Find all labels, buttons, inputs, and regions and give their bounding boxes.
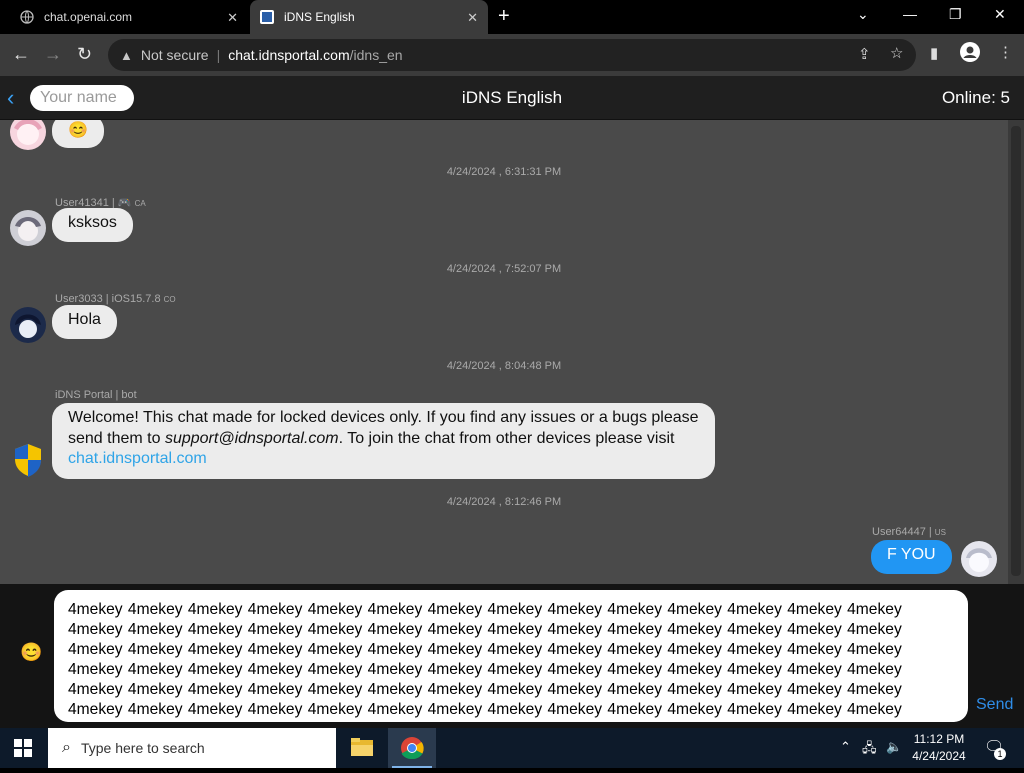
search-placeholder: Type here to search xyxy=(80,740,205,756)
address-bar[interactable]: ▲ Not secure | chat.idnsportal.com/idns_… xyxy=(108,39,916,71)
username: User3033 | iOS15.7.8 xyxy=(55,293,161,305)
profile-icon[interactable] xyxy=(960,42,980,66)
username: User64447 | xyxy=(872,526,932,538)
message-meta: iDNS Portal | bot xyxy=(55,389,137,401)
message-bubble: Welcome! This chat made for locked devic… xyxy=(52,403,715,479)
globe-icon xyxy=(20,10,34,24)
forward-arrow-icon[interactable]: → xyxy=(44,44,62,65)
taskbar-search[interactable]: ⌕ Type here to search xyxy=(48,728,336,768)
avatar xyxy=(10,210,46,246)
message-bubble: 😊 xyxy=(52,120,104,148)
tab-idns-english[interactable]: iDNS English ✕ xyxy=(250,0,488,34)
username: iDNS Portal | bot xyxy=(55,389,137,401)
shield-icon xyxy=(12,443,48,479)
message-meta: User3033 | iOS15.7.8 CO xyxy=(55,293,176,305)
share-icon[interactable]: ⇪ xyxy=(858,45,871,63)
close-tab-icon[interactable]: ✕ xyxy=(467,10,478,26)
country-code: CO xyxy=(163,295,176,304)
volume-muted-icon[interactable]: 🔈 xyxy=(886,739,902,755)
system-clock[interactable]: 11:12 PM 4/24/2024 xyxy=(904,731,974,765)
notification-badge: 1 xyxy=(994,748,1006,760)
avatar xyxy=(10,307,46,343)
message-meta: User64447 | US xyxy=(872,526,946,538)
bookmark-star-icon[interactable]: ☆ xyxy=(890,44,903,62)
chat-scrollbar[interactable] xyxy=(1008,120,1024,584)
restore-icon[interactable]: ❐ xyxy=(949,6,962,23)
side-panel-icon[interactable]: ▮ xyxy=(930,44,938,62)
timestamp: 4/24/2024 , 8:04:48 PM xyxy=(446,360,562,372)
message-bubble: F YOU xyxy=(871,540,952,574)
tab-chat-openai[interactable]: chat.openai.com ✕ xyxy=(10,0,248,34)
windows-start-icon[interactable] xyxy=(14,739,32,762)
chat-messages[interactable]: 😊 4/24/2024 , 6:31:31 PM User41341 | 🎮 C… xyxy=(0,120,1008,584)
page-title: iDNS English xyxy=(461,88,563,107)
close-tab-icon[interactable]: ✕ xyxy=(227,10,238,26)
url-path: /idns_en xyxy=(349,47,403,63)
online-count: Online: 5 xyxy=(941,88,1010,107)
avatar xyxy=(961,541,997,577)
send-button[interactable]: Send xyxy=(976,696,1013,714)
chrome-icon[interactable] xyxy=(388,728,436,768)
url-host: chat.idnsportal.com xyxy=(228,47,350,63)
avatar xyxy=(10,120,46,150)
clock-time: 11:12 PM xyxy=(913,732,965,746)
browser-toolbar: ← → ↻ ▲ Not secure | chat.idnsportal.com… xyxy=(0,34,1024,76)
tab-title: chat.openai.com xyxy=(44,10,133,24)
tab-search-chevron-icon[interactable]: ⌄ xyxy=(857,6,869,23)
timestamp: 4/24/2024 , 8:12:46 PM xyxy=(446,496,562,508)
timestamp: 4/24/2024 , 7:52:07 PM xyxy=(446,263,562,275)
message-bubble: Hola xyxy=(52,305,117,339)
reload-icon[interactable]: ↻ xyxy=(77,44,92,65)
chevron-up-icon[interactable]: ⌃ xyxy=(840,739,851,755)
message-input[interactable]: 4mekey 4mekey 4mekey 4mekey 4mekey 4meke… xyxy=(54,590,968,722)
gamepad-icon: 🎮 xyxy=(117,197,132,209)
minimize-icon[interactable]: — xyxy=(903,6,917,22)
file-explorer-icon[interactable] xyxy=(338,728,386,768)
security-label: Not secure xyxy=(140,47,209,63)
support-email: support@idnsportal.com xyxy=(164,429,339,447)
message-bubble: ksksos xyxy=(52,208,133,242)
warning-icon: ▲ xyxy=(120,47,133,63)
emoji-icon[interactable]: 😊 xyxy=(20,642,42,663)
close-window-icon[interactable]: ✕ xyxy=(994,6,1006,23)
tab-strip: chat.openai.com ✕ iDNS English ✕ + ⌄ — ❐… xyxy=(0,0,1024,34)
country-code: US xyxy=(934,528,946,537)
country-code: CA xyxy=(134,199,146,208)
search-icon: ⌕ xyxy=(62,739,71,756)
new-tab-icon[interactable]: + xyxy=(498,5,510,28)
clock-date: 4/24/2024 xyxy=(912,749,966,763)
composer: 😊 4mekey 4mekey 4mekey 4mekey 4mekey 4me… xyxy=(0,584,1024,728)
tab-title: iDNS English xyxy=(284,10,355,24)
menu-kebab-icon[interactable]: ⋮ xyxy=(998,43,1013,61)
taskbar: ⌕ Type here to search ⌃ 🖧 🔈 11:12 PM 4/2… xyxy=(0,728,1024,768)
network-icon[interactable]: 🖧 xyxy=(862,739,877,761)
timestamp: 4/24/2024 , 6:31:31 PM xyxy=(446,166,562,178)
chat-header: ‹ iDNS English Online: 5 xyxy=(0,76,1024,120)
back-arrow-icon[interactable]: ← xyxy=(12,44,30,65)
chat-link[interactable]: chat.idnsportal.com xyxy=(68,450,207,467)
scrollbar-thumb[interactable] xyxy=(1011,126,1021,576)
idns-favicon-icon xyxy=(260,10,274,24)
